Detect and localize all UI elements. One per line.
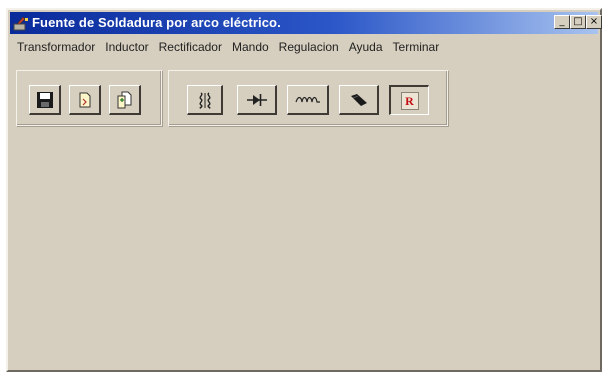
inductor-button[interactable]: [287, 85, 329, 115]
new-document-button[interactable]: [69, 85, 101, 115]
title-bar[interactable]: Fuente de Soldadura por arco eléctrico. …: [10, 12, 602, 34]
transformer-button[interactable]: [187, 85, 223, 115]
regulation-button[interactable]: R: [389, 85, 429, 115]
open-document-icon: [117, 91, 131, 108]
close-button[interactable]: ×: [586, 15, 602, 29]
thyristor-button[interactable]: [339, 85, 379, 115]
menu-terminar[interactable]: Terminar: [388, 38, 445, 56]
menu-rectificador[interactable]: Rectificador: [154, 38, 227, 56]
app-icon: [13, 16, 28, 31]
menu-bar: Transformador Inductor Rectificador Mand…: [12, 38, 444, 56]
transformer-icon: [198, 91, 211, 109]
main-window: Fuente de Soldadura por arco eléctrico. …: [6, 8, 602, 372]
save-button[interactable]: [29, 85, 61, 115]
inductor-coil-icon: [294, 96, 320, 103]
diode-icon: [246, 93, 267, 106]
menu-regulacion[interactable]: Regulacion: [274, 38, 344, 56]
menu-transformador[interactable]: Transformador: [12, 38, 100, 56]
window-title: Fuente de Soldadura por arco eléctrico.: [32, 15, 281, 30]
save-disk-icon: [36, 91, 53, 108]
file-toolbar: [16, 70, 162, 126]
regulation-r-icon: R: [400, 91, 419, 110]
component-toolbar: R: [168, 70, 448, 126]
maximize-button[interactable]: □: [570, 15, 586, 29]
thyristor-icon: [350, 93, 367, 106]
minimize-button[interactable]: _: [554, 15, 570, 29]
menu-inductor[interactable]: Inductor: [100, 38, 153, 56]
new-document-icon: [79, 92, 90, 107]
menu-ayuda[interactable]: Ayuda: [344, 38, 388, 56]
open-document-button[interactable]: [109, 85, 141, 115]
diode-button[interactable]: [237, 85, 277, 115]
menu-mando[interactable]: Mando: [227, 38, 274, 56]
